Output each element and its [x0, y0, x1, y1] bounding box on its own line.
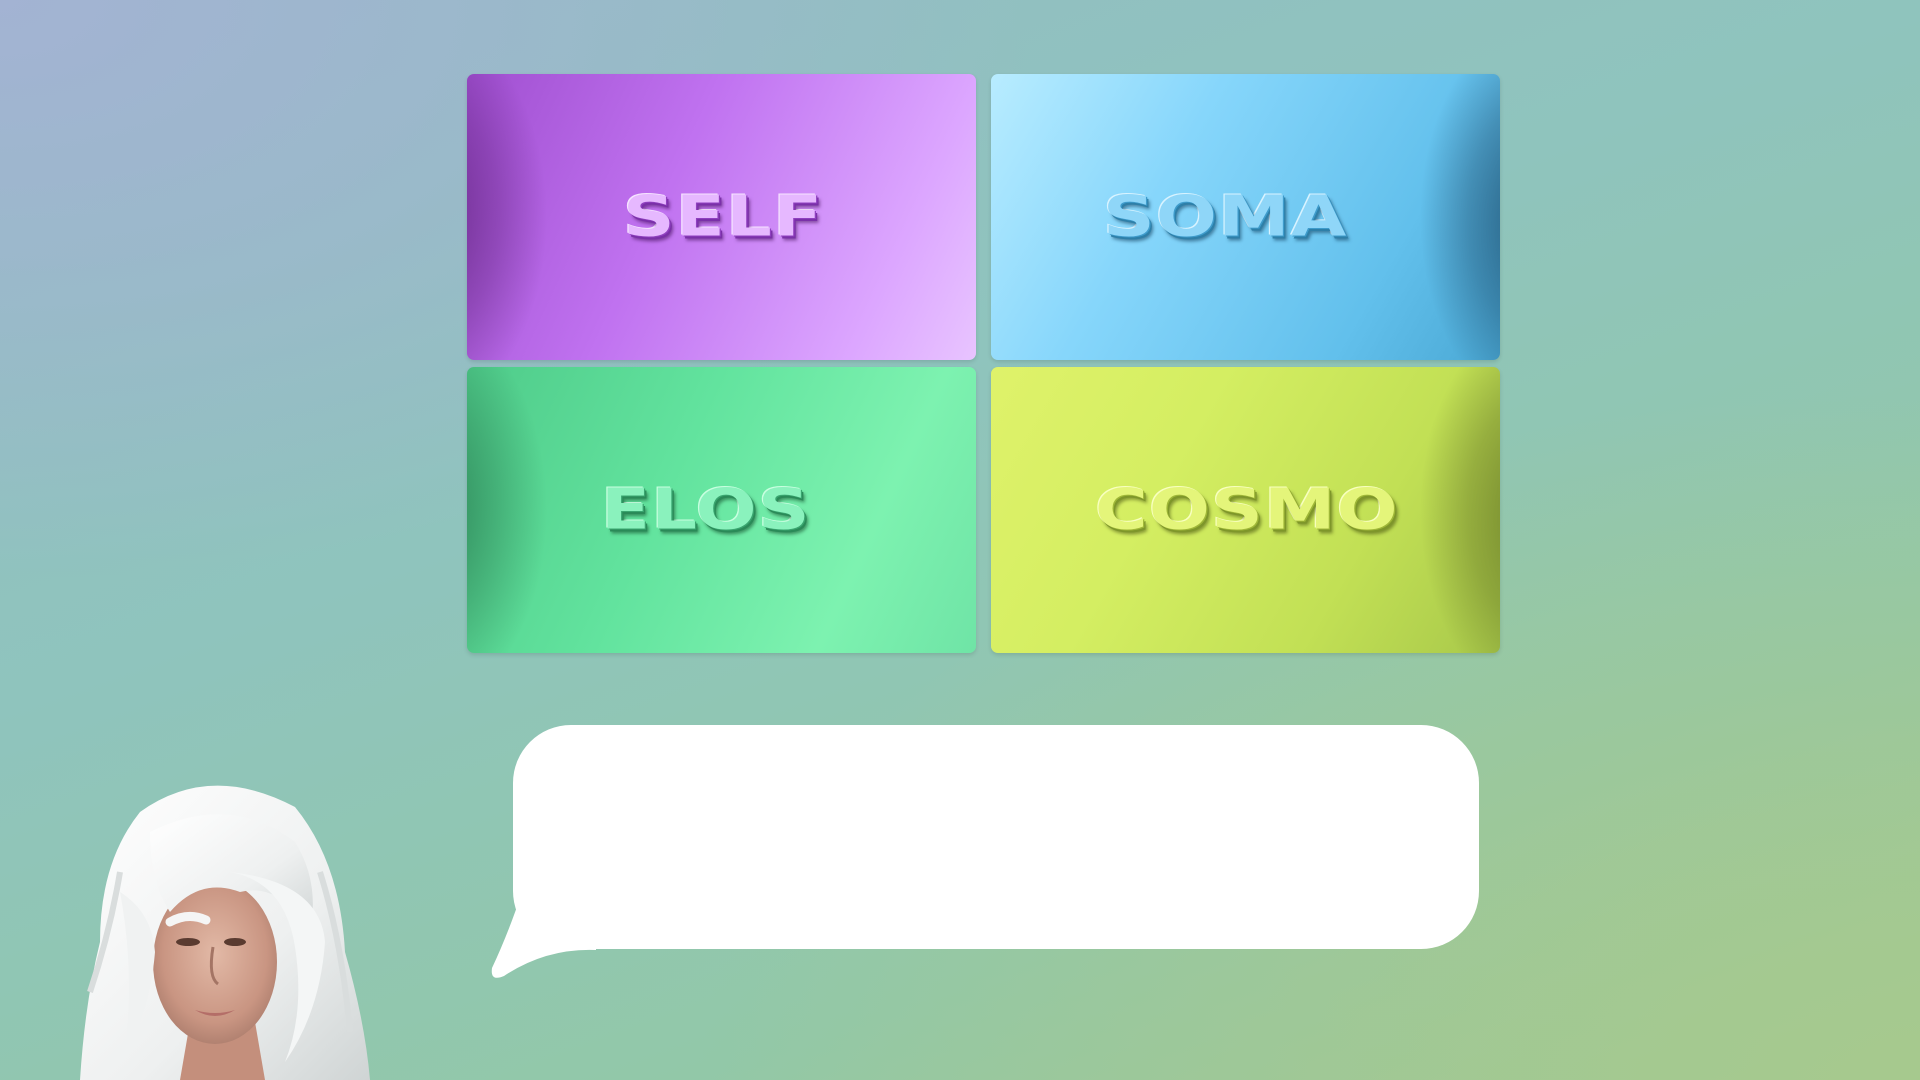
- tile-soma[interactable]: SOMA: [991, 74, 1500, 360]
- tile-self[interactable]: SELF: [467, 74, 976, 360]
- speech-bubble: [513, 725, 1479, 949]
- category-tile-grid: SELF SOMA ELOS COSMO: [467, 74, 1500, 653]
- tile-cosmo[interactable]: COSMO: [991, 367, 1500, 653]
- app-screen: { "tiles": [ {"id": "self", "label": "SE…: [0, 0, 1920, 1080]
- tile-cosmo-label: COSMO: [1095, 477, 1399, 543]
- avatar-woman-white-hair-icon: [80, 785, 370, 1080]
- tile-elos-label: ELOS: [601, 477, 811, 543]
- tile-self-label: SELF: [623, 184, 824, 250]
- tile-soma-label: SOMA: [1103, 184, 1348, 250]
- tile-elos[interactable]: ELOS: [467, 367, 976, 653]
